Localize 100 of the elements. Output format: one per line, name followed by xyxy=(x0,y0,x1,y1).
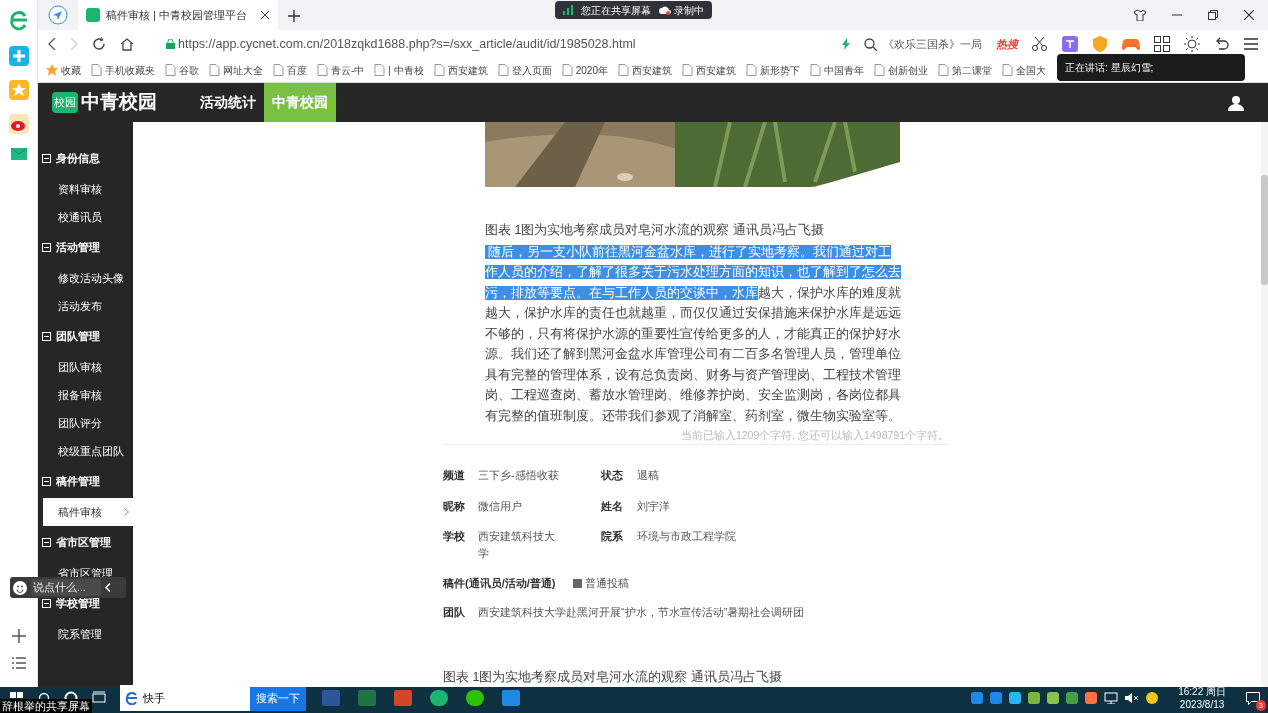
close-icon[interactable] xyxy=(260,10,270,20)
field-label: 学校 xyxy=(443,529,466,545)
bookmark-link[interactable]: 创新创业 xyxy=(873,62,928,78)
bookmark-link[interactable]: 西安建筑 xyxy=(681,62,736,78)
network-icon[interactable] xyxy=(1104,692,1119,704)
sidebar-item[interactable]: 修改活动头像 xyxy=(38,264,133,292)
sidebar-group[interactable]: 稿件管理 xyxy=(38,465,133,498)
user-icon[interactable] xyxy=(1228,94,1244,111)
article-paragraph: 随后，另一支小队前往黑河金盆水库，进行了实地考察。我们通过对工作人员的介绍，了解了很多关于污水处理方面的知识，也了解到了怎么去污，排放等要点。在与工作人员的交谈中，水库越大，保护水库的难度就越大，保护水库的责任也就越重，而仅仅通过安保措施来保护水库是远远不够的，只有将保护水源的重要性宣传给更多的人，才能真正的保护好水源。我们还了解到黑河金盆水库管理公司有二百多名管理人员，管理单位具有完整的管理体系，设有总负责岗、财务与资产管理岗、工程技术管理岗、工程巡查岗、蓄放水管理岗、维修养护岗、安全监测岗，各岗位都具有完整的值班制度。还带我们参观了消解室、药剂室，微生物实验室等。 xyxy=(485,243,902,425)
field-value: 退稿 xyxy=(637,468,660,484)
brightness-icon[interactable] xyxy=(1184,36,1200,52)
checkbox-option[interactable]: 普通投稿 xyxy=(573,575,630,592)
bookmark-link[interactable]: 西安建筑 xyxy=(432,62,488,78)
bookmark-link[interactable]: 登入页面 xyxy=(496,62,552,78)
field-label: 团队 xyxy=(443,604,465,620)
shirt-icon[interactable] xyxy=(1134,9,1146,21)
bookmark-link[interactable]: 中国青年 xyxy=(809,62,864,78)
collapse-icon[interactable] xyxy=(42,599,51,608)
image-caption: 图表 1图为实地考察成员对皂河水流的观察 通讯员冯占飞摄 xyxy=(485,222,825,239)
page-icon xyxy=(809,64,821,76)
chevron-left-icon[interactable] xyxy=(105,583,111,592)
apps-grid-icon[interactable] xyxy=(1154,36,1170,52)
back-icon[interactable] xyxy=(48,38,56,50)
search-button[interactable]: 搜索一下 xyxy=(250,685,306,711)
page-icon xyxy=(272,64,284,76)
sidebar-item[interactable]: 校通讯员 xyxy=(38,203,133,231)
bookmark-link[interactable]: 第二课堂 xyxy=(937,62,992,78)
sidebar-group[interactable]: 团队管理 xyxy=(38,320,133,353)
bookmark-link[interactable]: 全国大 xyxy=(1001,62,1046,78)
clock-time[interactable]: 16:22 周日 xyxy=(1178,685,1226,698)
tray-app-icon[interactable] xyxy=(1009,692,1022,704)
lightning-icon[interactable] xyxy=(842,38,850,50)
collapse-icon[interactable] xyxy=(42,477,51,486)
smiley-icon[interactable] xyxy=(13,580,27,595)
image-caption: 图表 1图为实地考察成员对皂河水流的观察 通讯员冯占飞摄 xyxy=(443,669,783,687)
bookmark-link[interactable]: 新形势下 xyxy=(745,62,800,78)
clock-date[interactable]: 2023/8/13 xyxy=(1179,698,1225,711)
logo-badge: 校园 xyxy=(52,91,78,114)
scrollbar[interactable] xyxy=(1261,122,1268,687)
scissors-icon[interactable] xyxy=(1032,37,1048,51)
sidebar-group[interactable]: 省市区管理 xyxy=(38,526,133,559)
tray-app-icon[interactable] xyxy=(1028,692,1041,704)
search-hint[interactable]: 《欢乐三国杀》一局 xyxy=(883,35,982,53)
bookmark-link[interactable]: 网址大全 xyxy=(208,62,263,78)
notification-icon[interactable] xyxy=(1246,692,1260,706)
home-icon[interactable] xyxy=(120,37,134,51)
collapse-icon[interactable] xyxy=(42,243,51,252)
task-view-icon[interactable] xyxy=(92,691,106,705)
close-icon[interactable] xyxy=(1244,10,1254,20)
field-value: 微信用户 xyxy=(478,498,523,514)
volume-muted-icon[interactable] xyxy=(1125,692,1140,704)
page-icon xyxy=(208,64,220,76)
sidebar-group[interactable]: 身份信息 xyxy=(38,142,133,175)
bookmark-link[interactable]: | 中青校 xyxy=(373,62,424,78)
bookmark-link[interactable]: 收藏 xyxy=(46,62,81,78)
browser-tab[interactable]: 稿件审核 | 中青校园管理平台 xyxy=(78,0,278,30)
tray-app-icon[interactable] xyxy=(1085,692,1098,704)
collapse-icon[interactable] xyxy=(42,154,51,163)
sidebar-item[interactable]: 报备审核 xyxy=(38,381,133,409)
new-tab-icon[interactable] xyxy=(288,9,300,22)
list-icon[interactable] xyxy=(11,657,26,669)
sidebar-item[interactable]: 校级重点团队 xyxy=(38,437,133,465)
undo-icon[interactable] xyxy=(1214,37,1230,51)
url-text[interactable]: https://app.cycnet.com.cn/2018zqkd1688.php?s=/sxx_article/audit/id/1985028.html xyxy=(178,34,636,54)
collapse-icon[interactable] xyxy=(42,538,51,547)
menu-icon[interactable] xyxy=(1244,38,1258,50)
field-value: 环境与市政工程学院 xyxy=(637,529,737,545)
tray-app-icon[interactable] xyxy=(1066,692,1079,704)
page-icon xyxy=(1001,64,1013,76)
tray-app-icon[interactable] xyxy=(971,692,984,704)
chat-input[interactable]: 说点什么... xyxy=(31,578,101,597)
sidebar-item[interactable]: 稿件审核 xyxy=(43,498,133,526)
page-icon xyxy=(560,64,573,76)
bookmark-link[interactable]: 百度 xyxy=(272,62,307,78)
sidebar-item[interactable]: 院系管理 xyxy=(38,620,133,648)
sidebar-item[interactable]: 团队评分 xyxy=(38,409,133,437)
mail-icon[interactable] xyxy=(10,148,27,160)
sidebar-item[interactable]: 资料审核 xyxy=(38,175,133,203)
bookmark-link[interactable]: 手机收藏夹 xyxy=(90,62,155,78)
collapse-icon[interactable] xyxy=(42,332,51,341)
field-label: 稿件(通讯员/活动/普通) xyxy=(443,576,556,592)
nav-tab[interactable]: 活动统计 xyxy=(192,83,264,122)
translate-icon[interactable] xyxy=(1062,36,1078,52)
plus-icon[interactable] xyxy=(11,629,26,643)
bookmark-link[interactable]: 西安建筑 xyxy=(617,62,672,78)
restore-icon[interactable] xyxy=(1208,10,1218,20)
gamepad-icon[interactable] xyxy=(1122,37,1140,51)
tray-app-icon[interactable] xyxy=(1047,692,1060,704)
sidebar-group[interactable]: 活动管理 xyxy=(38,231,133,264)
bookmark-link[interactable]: 青云-中 xyxy=(316,62,365,78)
screen-share-banner[interactable]: 您正在共享屏幕 录制中 xyxy=(555,1,712,19)
refresh-icon[interactable] xyxy=(92,37,106,51)
bookmark-link[interactable]: 谷歌 xyxy=(164,62,199,78)
bookmark-link[interactable]: 2020年 xyxy=(560,62,608,78)
navigation-icon[interactable] xyxy=(48,5,68,25)
sidebar-item[interactable]: 活动发布 xyxy=(38,292,133,320)
search-icon[interactable] xyxy=(864,37,877,51)
search-field[interactable]: 快手 xyxy=(120,685,250,711)
sidebar-item[interactable]: 团队审核 xyxy=(38,353,133,381)
tray-app-icon[interactable] xyxy=(990,692,1003,704)
